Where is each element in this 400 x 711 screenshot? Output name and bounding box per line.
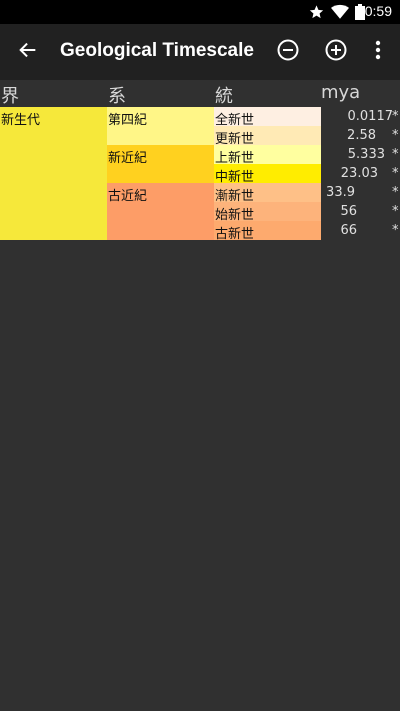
period-cell[interactable]: 新近紀 (107, 145, 214, 183)
back-button[interactable] (4, 24, 52, 80)
mya-marker: * (392, 109, 399, 124)
star-icon (308, 4, 325, 24)
mya-value: 33.9 (326, 185, 355, 200)
app-bar: Geological Timescale (0, 24, 400, 80)
era-cell[interactable]: 新生代 (0, 107, 107, 240)
status-bar: 10:59 (0, 0, 400, 24)
period-cell[interactable]: 第四紀 (107, 107, 214, 145)
wifi-icon (331, 4, 349, 24)
mya-value: 66 (340, 223, 357, 238)
mya-marker: * (392, 147, 399, 162)
column-header-period: 系 (108, 86, 126, 107)
mya-marker: * (392, 128, 399, 143)
zoom-in-button[interactable] (312, 24, 360, 80)
epoch-cell[interactable]: 更新世 (214, 126, 321, 145)
epoch-cell[interactable]: 全新世 (214, 107, 321, 126)
mya-value: 2.58 (347, 128, 376, 143)
overflow-menu-button[interactable] (354, 24, 400, 80)
mya-marker: * (392, 223, 399, 238)
mya-marker: * (392, 185, 399, 200)
mya-marker: * (392, 204, 399, 219)
mya-value: 0.0117 (347, 109, 394, 124)
zoom-in-icon (324, 38, 348, 66)
column-header-epoch: 統 (215, 86, 233, 107)
column-header-era: 界 (1, 86, 19, 107)
period-cell[interactable]: 古近紀 (107, 183, 214, 240)
mya-value: 23.03 (340, 166, 378, 181)
zoom-out-button[interactable] (264, 24, 312, 80)
mya-marker: * (392, 166, 399, 181)
page-title: Geological Timescale (60, 40, 254, 61)
zoom-out-icon (276, 38, 300, 66)
overflow-menu-icon (375, 40, 381, 64)
status-time: 10:59 (356, 3, 392, 19)
epoch-cell[interactable]: 中新世 (214, 164, 321, 183)
back-arrow-icon (17, 39, 39, 65)
mya-value: 5.333 (347, 147, 385, 162)
mya-value: 56 (340, 204, 357, 219)
epoch-cell[interactable]: 上新世 (214, 145, 321, 164)
column-header-mya: mya (321, 82, 361, 103)
